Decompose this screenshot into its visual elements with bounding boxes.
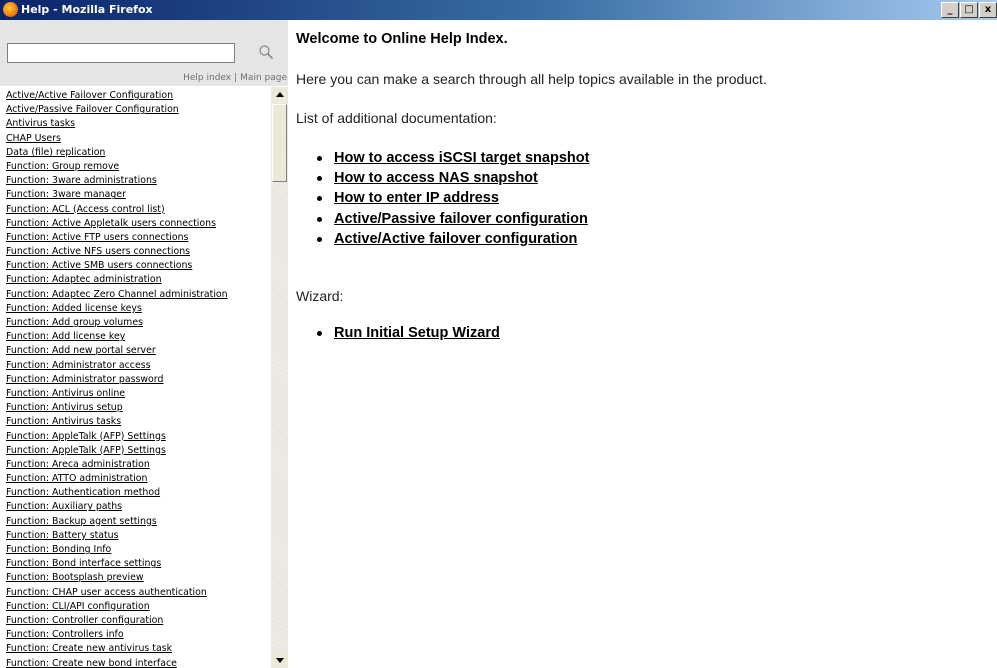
docs-heading: List of additional documentation: xyxy=(296,110,497,126)
topic-link[interactable]: Antivirus tasks xyxy=(6,117,270,131)
doc-link[interactable]: Active/Active failover configuration xyxy=(334,231,577,247)
topic-link[interactable]: Function: CLI/API configuration xyxy=(6,600,270,614)
help-content: Welcome to Online Help Index. Here you c… xyxy=(296,20,996,668)
topic-link[interactable]: Function: Antivirus online xyxy=(6,387,270,401)
topic-scrollbar[interactable] xyxy=(271,87,288,668)
scroll-thumb[interactable] xyxy=(272,104,287,182)
help-index-link[interactable]: Help index xyxy=(183,73,231,83)
scroll-down-arrow-icon[interactable] xyxy=(271,652,288,668)
topic-link[interactable]: Function: Controller configuration xyxy=(6,614,270,628)
firefox-icon xyxy=(3,2,18,17)
topic-link[interactable]: Function: 3ware administrations xyxy=(6,174,270,188)
window-titlebar: Help - Mozilla Firefox _ □ x xyxy=(0,0,997,20)
topic-link[interactable]: Function: Adaptec Zero Channel administr… xyxy=(6,288,270,302)
doc-list-item: How to access iSCSI target snapshot xyxy=(316,148,589,168)
window-title: Help - Mozilla Firefox xyxy=(21,3,153,16)
topic-link[interactable]: Function: CHAP user access authenticatio… xyxy=(6,586,270,600)
wizard-list-item: Run Initial Setup Wizard xyxy=(316,323,500,343)
search-area xyxy=(0,20,288,71)
topic-link[interactable]: Function: Authentication method xyxy=(6,486,270,500)
docs-list: How to access iSCSI target snapshot How t… xyxy=(316,148,589,249)
topic-link[interactable]: Function: Added license keys xyxy=(6,302,270,316)
topic-link[interactable]: Function: Active Appletalk users connect… xyxy=(6,217,270,231)
topic-link[interactable]: Function: Bonding Info xyxy=(6,543,270,557)
topic-link[interactable]: Active/Passive Failover Configuration xyxy=(6,103,270,117)
minimize-button[interactable]: _ xyxy=(941,2,959,18)
topic-link[interactable]: Active/Active Failover Configuration xyxy=(6,89,270,103)
main-page-link[interactable]: Main page xyxy=(240,73,288,83)
doc-list-item: Active/Active failover configuration xyxy=(316,229,589,249)
topic-link[interactable]: Function: Group remove xyxy=(6,160,270,174)
page-title: Welcome to Online Help Index. xyxy=(296,31,508,47)
intro-text: Here you can make a search through all h… xyxy=(296,71,767,87)
topic-link[interactable]: Function: Active SMB users connections xyxy=(6,259,270,273)
topic-link[interactable]: CHAP Users xyxy=(6,132,270,146)
topic-link[interactable]: Function: Active FTP users connections xyxy=(6,231,270,245)
topic-link[interactable]: Function: Add group volumes xyxy=(6,316,270,330)
wizard-heading: Wizard: xyxy=(296,288,344,304)
topic-link[interactable]: Function: Controllers info xyxy=(6,628,270,642)
topic-link[interactable]: Function: AppleTalk (AFP) Settings xyxy=(6,430,270,444)
topic-link[interactable]: Function: Administrator access xyxy=(6,359,270,373)
topic-link[interactable]: Function: Backup agent settings xyxy=(6,515,270,529)
topic-link[interactable]: Function: Areca administration xyxy=(6,458,270,472)
topic-link[interactable]: Function: Add license key xyxy=(6,330,270,344)
topic-link[interactable]: Function: Active NFS users connections xyxy=(6,245,270,259)
window-controls: _ □ x xyxy=(941,2,997,18)
topic-list: Active/Active Failover Configuration Acti… xyxy=(0,87,270,668)
topic-link[interactable]: Function: Create new bond interface xyxy=(6,657,270,668)
topic-link[interactable]: Function: Auxiliary paths xyxy=(6,500,270,514)
doc-link[interactable]: How to access iSCSI target snapshot xyxy=(334,150,589,166)
doc-list-item: How to access NAS snapshot xyxy=(316,168,589,188)
search-input[interactable] xyxy=(7,43,235,63)
doc-list-item: How to enter IP address xyxy=(316,188,589,208)
topic-link[interactable]: Function: Battery status xyxy=(6,529,270,543)
doc-link[interactable]: Active/Passive failover configuration xyxy=(334,211,588,227)
doc-list-item: Active/Passive failover configuration xyxy=(316,209,589,229)
topic-link[interactable]: Data (file) replication xyxy=(6,146,270,160)
nav-separator: | xyxy=(234,73,238,83)
topic-link[interactable]: Function: Antivirus tasks xyxy=(6,415,270,429)
close-button[interactable]: x xyxy=(979,2,997,18)
magnifier-icon[interactable] xyxy=(258,44,274,60)
maximize-button[interactable]: □ xyxy=(960,2,978,18)
index-nav: Help index | Main page xyxy=(0,70,288,86)
topic-link[interactable]: Function: Bootsplash preview xyxy=(6,571,270,585)
topic-link[interactable]: Function: Antivirus setup xyxy=(6,401,270,415)
topic-link[interactable]: Function: Adaptec administration xyxy=(6,273,270,287)
topic-link[interactable]: Function: ATTO administration xyxy=(6,472,270,486)
wizard-list: Run Initial Setup Wizard xyxy=(316,323,500,343)
doc-link[interactable]: How to enter IP address xyxy=(334,190,499,206)
topic-link[interactable]: Function: Create new antivirus task xyxy=(6,642,270,656)
topic-link[interactable]: Function: ACL (Access control list) xyxy=(6,203,270,217)
wizard-link[interactable]: Run Initial Setup Wizard xyxy=(334,325,500,341)
topic-link[interactable]: Function: Bond interface settings xyxy=(6,557,270,571)
doc-link[interactable]: How to access NAS snapshot xyxy=(334,170,538,186)
help-sidebar: Help index | Main page Active/Active Failo… xyxy=(0,20,288,668)
topic-link[interactable]: Function: 3ware manager xyxy=(6,188,270,202)
topic-link[interactable]: Function: AppleTalk (AFP) Settings xyxy=(6,444,270,458)
topic-link[interactable]: Function: Add new portal server xyxy=(6,344,270,358)
topic-link[interactable]: Function: Administrator password xyxy=(6,373,270,387)
scroll-up-arrow-icon[interactable] xyxy=(271,87,288,103)
